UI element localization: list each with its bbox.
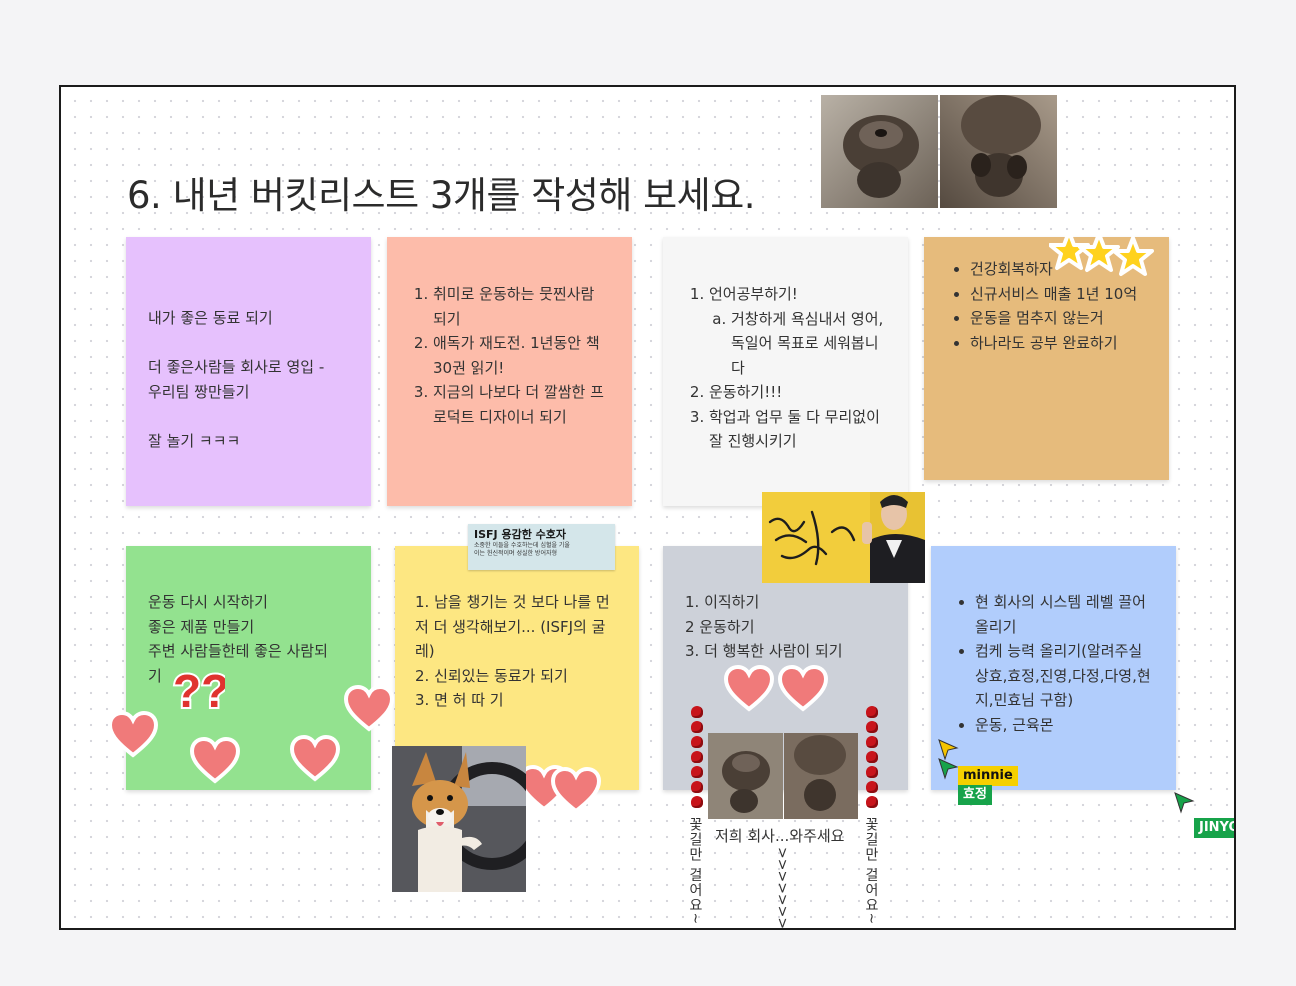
heart-icon[interactable] <box>107 711 159 759</box>
question-mark-sticker[interactable]: ?? <box>169 661 225 719</box>
list-item: 애독가 재도전. 1년동안 책 30권 읽기! <box>433 331 610 380</box>
note-text: 더 좋은사람들 회사로 영입 - <box>148 358 325 376</box>
list-item: 언어공부하기! 거창하게 욕심내서 영어, 독일어 목표로 세워봅니다 <box>709 282 886 380</box>
note-text: 내가 좋은 동료 되기 <box>148 309 273 327</box>
list-item: 운동하기!!! <box>709 380 886 405</box>
sticky-note-salmon[interactable]: 취미로 운동하는 뭇찐사람 되기 애독가 재도전. 1년동안 책 30권 읽기!… <box>387 237 632 506</box>
star-icon <box>1112 236 1154 276</box>
note-text: 좋은 제품 만들기 <box>148 617 255 636</box>
corgi-photo[interactable] <box>392 746 526 892</box>
isfj-card-sticker[interactable]: ISFJ 용감한 수호자 소중한 이들을 수호하는데 심혈을 기울 이는 헌신적… <box>468 524 615 570</box>
isfj-body: 이는 헌신적이며 성실한 방어자형 <box>474 550 558 557</box>
vertical-text-left[interactable]: 꽃길만 걸어요~ <box>685 817 705 925</box>
list-item: 하나라도 공부 완료하기 <box>970 331 1147 356</box>
rose-icon <box>691 706 703 718</box>
vertical-text-right[interactable]: 꽃길만 걸어요~ <box>861 817 881 925</box>
list-item: 신규서비스 매출 1년 10억 <box>970 282 1147 307</box>
rose-icon <box>866 796 878 808</box>
note-text: 잘 놀기 ㅋㅋㅋ <box>148 431 241 450</box>
svg-text:??: ?? <box>173 665 225 717</box>
note-text: 주변 사람들한테 좋은 사람되 <box>148 642 328 660</box>
heart-icon[interactable] <box>289 735 341 783</box>
isfj-title: ISFJ 용감한 수호자 <box>474 528 567 541</box>
list-item: 지금의 나보다 더 깔쌈한 프로덕트 디자이너 되기 <box>433 380 610 429</box>
rose-icon <box>691 736 703 748</box>
rose-icon <box>866 721 878 733</box>
sticky-note-purple[interactable]: 내가 좋은 동료 되기 더 좋은사람들 회사로 영입 - 우리팀 짱만들기 잘 … <box>126 237 371 506</box>
list-item: 학업과 업무 둘 다 무리없이 잘 진행시키기 <box>709 405 886 454</box>
page-title: 6. 내년 버킷리스트 3개를 작성해 보세요. <box>127 174 756 217</box>
note-text: 운동 다시 시작하기 <box>148 593 268 611</box>
isfj-body: 소중한 이들을 수호하는데 심혈을 기울 <box>474 542 570 549</box>
otter-photo[interactable] <box>821 95 1057 208</box>
heart-icon[interactable] <box>550 767 602 815</box>
list-item: 현 회사의 시스템 레벨 끌어올리기 <box>975 590 1158 639</box>
heart-icon[interactable] <box>777 665 829 713</box>
note-text: 우리팀 짱만들기 <box>148 382 250 401</box>
heart-icon[interactable] <box>189 737 241 785</box>
rose-icon <box>691 721 703 733</box>
rose-icon <box>866 781 878 793</box>
vertical-arrows[interactable]: >>>>>>> <box>774 847 790 928</box>
note-text: 1. 남을 챙기는 것 보다 나를 먼저 더 생각해보기... (ISFJ의 굴… <box>415 593 610 660</box>
rose-icon <box>866 706 878 718</box>
cursor-label-hyojeong: 효정 <box>958 785 992 805</box>
list-subitem: 거창하게 욕심내서 영어, 독일어 목표로 세워봅니다 <box>731 307 886 381</box>
whiteboard-canvas[interactable]: 6. 내년 버킷리스트 3개를 작성해 보세요. 내가 좋은 동료 되기 더 좋… <box>59 85 1236 930</box>
rose-icon <box>691 751 703 763</box>
list-item: 운동, 근육몬 <box>975 713 1158 738</box>
cursor-label-jiny: JINYO <box>1194 818 1234 838</box>
sticky-note-white[interactable]: 언어공부하기! 거창하게 욕심내서 영어, 독일어 목표로 세워봅니다 운동하기… <box>663 237 908 506</box>
note-text: 2 운동하기 <box>685 617 755 636</box>
rose-icon <box>691 796 703 808</box>
note-text: 3. 면 허 따 기 <box>415 691 504 709</box>
cursor-arrow-icon <box>1174 792 1195 814</box>
stars-sticker[interactable] <box>1049 230 1157 282</box>
note-text: 1. 이직하기 <box>685 593 760 611</box>
list-item: 컴케 능력 올리기(알려주실 상효,효정,진영,다정,다영,현지,민효님 구함) <box>975 639 1158 713</box>
heart-icon[interactable] <box>343 685 395 733</box>
caption-text[interactable]: 저희 회사...와주세요 <box>715 825 844 846</box>
note-text: 3. 더 행복한 사람이 되기 <box>685 642 843 660</box>
calligraphy-sticker[interactable] <box>762 492 925 583</box>
rose-icon <box>691 781 703 793</box>
rose-icon <box>866 751 878 763</box>
rose-column-left <box>691 706 705 808</box>
otter-photo-small[interactable] <box>708 733 858 819</box>
rose-column-right <box>866 706 880 808</box>
list-item: 운동을 멈추지 않는거 <box>970 306 1147 331</box>
heart-icon[interactable] <box>723 665 775 713</box>
list-item: 취미로 운동하는 뭇찐사람 되기 <box>433 282 610 331</box>
rose-icon <box>866 766 878 778</box>
note-text: 2. 신뢰있는 동료가 되기 <box>415 666 568 685</box>
sticky-note-blue[interactable]: 현 회사의 시스템 레벨 끌어올리기 컴케 능력 올리기(알려주실 상효,효정,… <box>931 546 1176 790</box>
list-item-label: 언어공부하기! <box>709 285 798 303</box>
cursor-label-minnie: minnie <box>958 766 1018 786</box>
star-icon <box>1049 230 1154 276</box>
rose-icon <box>866 736 878 748</box>
rose-icon <box>691 766 703 778</box>
